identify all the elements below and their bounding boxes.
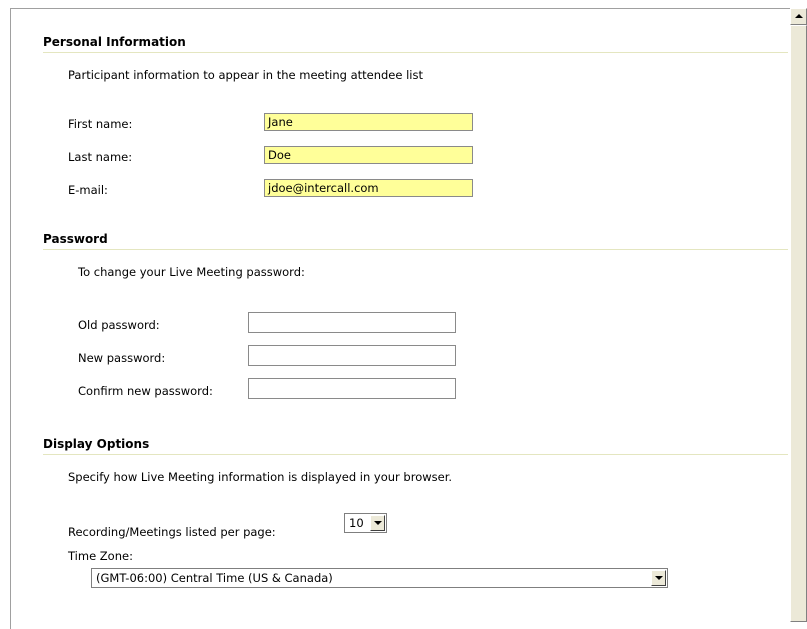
- last-name-field[interactable]: Doe: [264, 146, 473, 164]
- scroll-thumb[interactable]: [790, 25, 807, 622]
- new-password-field[interactable]: [248, 345, 456, 366]
- per-page-value: 10: [349, 516, 364, 530]
- confirm-password-label: Confirm new password:: [78, 384, 213, 398]
- old-password-field[interactable]: [248, 312, 456, 333]
- chevron-down-icon[interactable]: [370, 515, 385, 531]
- old-password-label: Old password:: [78, 318, 160, 332]
- new-password-label: New password:: [78, 351, 166, 365]
- display-options-divider: [43, 454, 788, 455]
- per-page-label: Recording/Meetings listed per page:: [68, 525, 276, 539]
- password-heading: Password: [43, 232, 108, 246]
- email-label: E-mail:: [68, 183, 108, 197]
- per-page-select[interactable]: 10: [344, 513, 387, 533]
- personal-info-heading: Personal Information: [43, 35, 186, 49]
- password-divider: [43, 249, 788, 250]
- display-options-heading: Display Options: [43, 437, 150, 451]
- personal-info-description: Participant information to appear in the…: [68, 68, 423, 82]
- chevron-down-icon[interactable]: [651, 570, 666, 586]
- last-name-label: Last name:: [68, 150, 133, 164]
- password-description: To change your Live Meeting password:: [78, 265, 305, 279]
- first-name-label: First name:: [68, 117, 133, 131]
- timezone-label: Time Zone:: [68, 549, 133, 563]
- personal-info-divider: [43, 52, 788, 53]
- display-options-description: Specify how Live Meeting information is …: [68, 470, 453, 484]
- timezone-value: (GMT-06:00) Central Time (US & Canada): [96, 571, 333, 585]
- timezone-select[interactable]: (GMT-06:00) Central Time (US & Canada): [91, 568, 668, 588]
- confirm-password-field[interactable]: [248, 378, 456, 399]
- scroll-up-arrow-icon[interactable]: [790, 8, 807, 25]
- vertical-scrollbar[interactable]: [790, 8, 807, 622]
- email-field[interactable]: jdoe@intercall.com: [264, 179, 473, 197]
- first-name-field[interactable]: Jane: [264, 113, 473, 131]
